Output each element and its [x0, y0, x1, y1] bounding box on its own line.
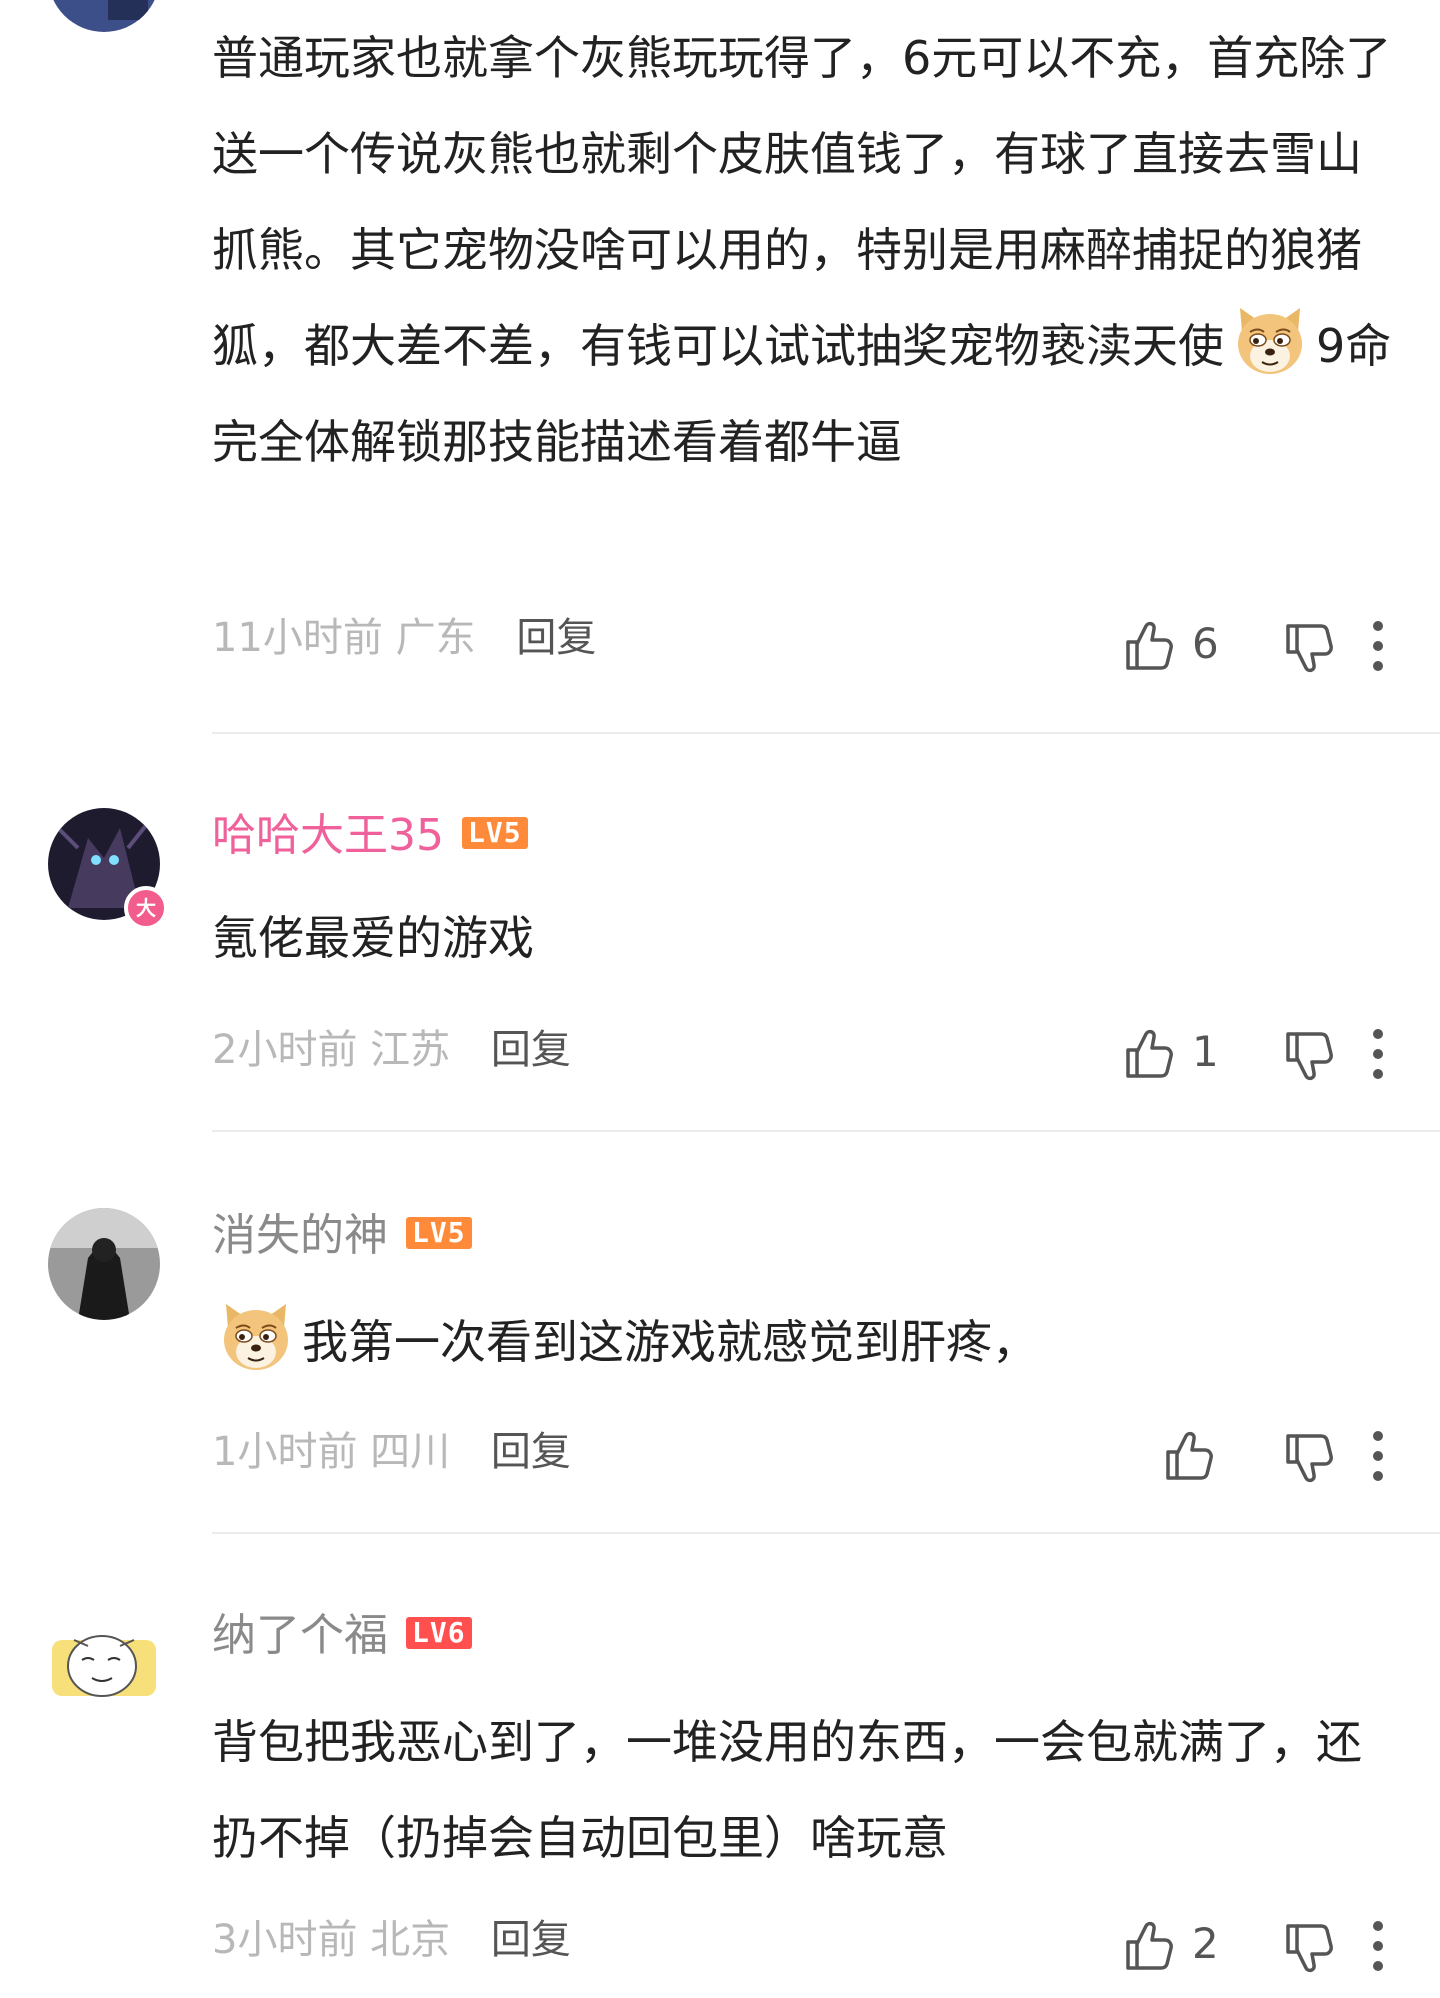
comment-location: 广东: [395, 615, 476, 661]
comment-location: 北京: [370, 1917, 451, 1963]
level-badge: LV5: [462, 817, 528, 849]
thumbs-down-icon[interactable]: [1282, 1430, 1338, 1486]
username[interactable]: 消失的神 LV5: [212, 1208, 472, 1264]
reply-button[interactable]: 回复: [491, 1917, 571, 1963]
thumbs-up-icon[interactable]: [1122, 1918, 1178, 1974]
comment-time: 11小时前: [212, 615, 383, 661]
comment-actions: 2: [1040, 1912, 1440, 1976]
more-vertical-icon[interactable]: [1370, 1428, 1386, 1484]
thumbs-up-icon[interactable]: [1122, 618, 1178, 674]
comment-meta: 2小时前 江苏 回复: [212, 1022, 571, 1078]
thumbs-down-icon[interactable]: [1282, 1028, 1338, 1084]
like-count: 6: [1192, 619, 1219, 668]
comment-time: 2小时前: [212, 1027, 358, 1073]
comment-location: 江苏: [370, 1027, 451, 1073]
more-vertical-icon[interactable]: [1370, 1918, 1386, 1974]
comment-meta: 1小时前 四川 回复: [212, 1424, 571, 1480]
comment-time: 1小时前: [212, 1429, 358, 1475]
comment-text: 普通玩家也就拿个灰熊玩玩得了，6元可以不充，首充除了送一个传说灰熊也就剩个皮肤值…: [212, 31, 1392, 469]
username[interactable]: 纳了个福 LV6: [212, 1608, 472, 1664]
comment-meta: 3小时前 北京 回复: [212, 1912, 571, 1968]
level-badge: LV6: [406, 1617, 472, 1649]
comment-actions: [1040, 1422, 1440, 1486]
avatar[interactable]: [48, 1208, 160, 1320]
comment-location: 四川: [370, 1429, 451, 1475]
comment-actions: 1: [1040, 1020, 1440, 1084]
comment-text: 我第一次看到这游戏就感觉到肝疼，: [218, 1294, 1398, 1390]
thumbs-down-icon[interactable]: [1282, 620, 1338, 676]
reply-button[interactable]: 回复: [491, 1027, 571, 1073]
thumbs-down-icon[interactable]: [1282, 1920, 1338, 1976]
like-count: 2: [1192, 1919, 1219, 1968]
more-vertical-icon[interactable]: [1370, 1026, 1386, 1082]
comment-actions: 6: [1040, 612, 1440, 676]
reply-button[interactable]: 回复: [491, 1429, 571, 1475]
username[interactable]: 哈哈大王35 LV5: [212, 808, 528, 864]
level-badge: LV5: [406, 1217, 472, 1249]
avatar[interactable]: [48, 0, 160, 32]
avatar[interactable]: [48, 1610, 160, 1722]
reply-button[interactable]: 回复: [516, 615, 596, 661]
doge-emoji: [1232, 302, 1308, 378]
comment-meta: 11小时前 广东 回复: [212, 610, 596, 666]
comment-text: 氪佬最爱的游戏: [212, 911, 534, 965]
avatar[interactable]: 大: [48, 808, 168, 930]
thumbs-up-icon[interactable]: [1122, 1026, 1178, 1082]
comment-text: 背包把我恶心到了，一堆没用的东西，一会包就满了，还扔不掉（扔掉会自动回包里）啥玩…: [212, 1715, 1362, 1865]
comment-time: 3小时前: [212, 1917, 358, 1963]
vip-badge: 大: [124, 886, 168, 930]
doge-emoji: [218, 1298, 294, 1374]
like-count: 1: [1192, 1027, 1219, 1076]
more-vertical-icon[interactable]: [1370, 618, 1386, 674]
thumbs-up-icon[interactable]: [1162, 1428, 1218, 1484]
divider: [212, 1130, 1440, 1132]
divider: [212, 1532, 1440, 1534]
divider: [212, 732, 1440, 734]
